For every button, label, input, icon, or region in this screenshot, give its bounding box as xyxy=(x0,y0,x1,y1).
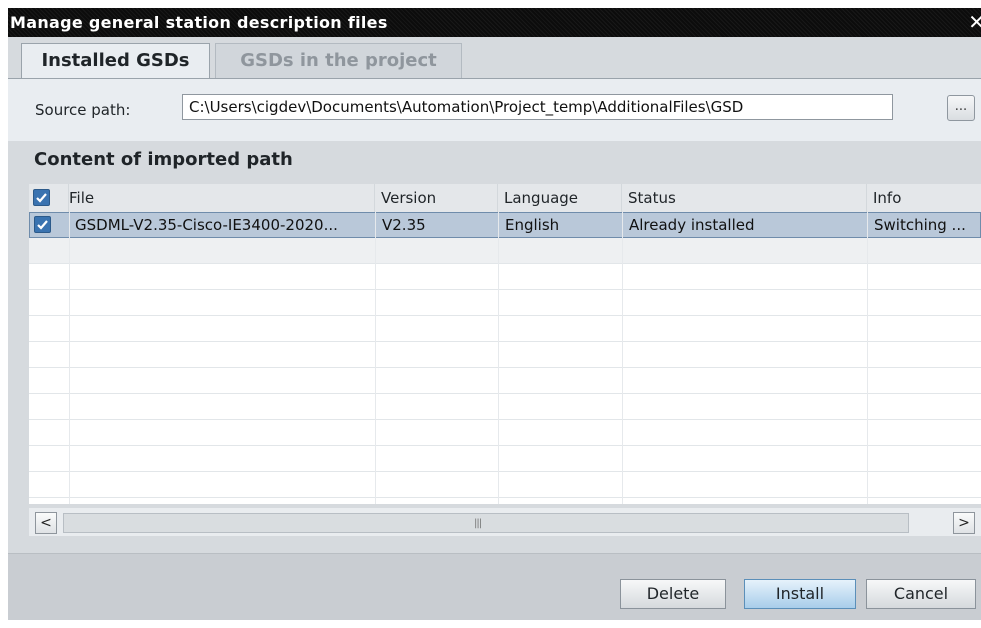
empty-row xyxy=(29,394,981,420)
source-panel: Source path: C:\Users\cigdev\Documents\A… xyxy=(8,78,981,141)
cancel-button[interactable]: Cancel xyxy=(866,579,976,609)
browse-button[interactable]: ... xyxy=(947,95,975,121)
empty-row xyxy=(29,342,981,368)
select-all-checkbox[interactable] xyxy=(33,189,50,206)
column-header-file[interactable]: File xyxy=(63,184,375,212)
column-header-language[interactable]: Language xyxy=(498,184,622,212)
install-button[interactable]: Install xyxy=(744,579,856,609)
cell-version: V2.35 xyxy=(382,216,426,234)
content-title: Content of imported path xyxy=(34,149,293,170)
gsd-table: File Version Language Status Info GSDML-… xyxy=(29,184,981,504)
column-header-version[interactable]: Version xyxy=(375,184,498,212)
checkmark-icon xyxy=(36,193,47,203)
empty-row xyxy=(29,420,981,446)
column-divider xyxy=(622,212,623,504)
cell-language: English xyxy=(505,216,560,234)
tab-gsds-in-project[interactable]: GSDs in the project xyxy=(215,43,462,79)
column-header-info[interactable]: Info xyxy=(867,184,981,212)
column-divider xyxy=(69,212,70,504)
empty-row xyxy=(29,238,981,264)
empty-row xyxy=(29,316,981,342)
source-path-label: Source path: xyxy=(35,101,131,119)
scroll-left-button[interactable]: < xyxy=(35,512,57,534)
column-divider xyxy=(867,212,868,504)
button-bar: Delete Install Cancel xyxy=(8,553,981,620)
cell-info: Switching ... xyxy=(874,216,966,234)
cell-status: Already installed xyxy=(629,216,755,234)
checkmark-icon xyxy=(37,220,48,230)
column-divider xyxy=(498,212,499,504)
dialog-title: Manage general station description files xyxy=(10,13,388,32)
source-path-input[interactable]: C:\Users\cigdev\Documents\Automation\Pro… xyxy=(182,94,893,120)
empty-row xyxy=(29,472,981,498)
gsd-dialog: Manage general station description files… xyxy=(8,8,981,620)
empty-row xyxy=(29,368,981,394)
horizontal-scrollbar[interactable]: < ||| > xyxy=(29,508,981,536)
empty-row xyxy=(29,264,981,290)
title-bar[interactable]: Manage general station description files… xyxy=(8,8,981,37)
scroll-grip[interactable]: ||| xyxy=(474,518,482,529)
column-header-status[interactable]: Status xyxy=(622,184,867,212)
tab-installed-gsds[interactable]: Installed GSDs xyxy=(21,43,210,79)
close-icon[interactable]: ✕ xyxy=(968,10,981,34)
cell-file: GSDML-V2.35-Cisco-IE3400-2020... xyxy=(75,216,338,234)
scroll-right-button[interactable]: > xyxy=(953,512,975,534)
column-divider xyxy=(375,212,376,504)
scroll-track[interactable]: ||| xyxy=(63,513,909,533)
empty-row xyxy=(29,290,981,316)
table-header: File Version Language Status Info xyxy=(29,184,981,213)
table-row[interactable]: GSDML-V2.35-Cisco-IE3400-2020... V2.35 E… xyxy=(29,212,981,238)
empty-row xyxy=(29,446,981,472)
delete-button[interactable]: Delete xyxy=(620,579,726,609)
row-checkbox[interactable] xyxy=(34,216,51,233)
